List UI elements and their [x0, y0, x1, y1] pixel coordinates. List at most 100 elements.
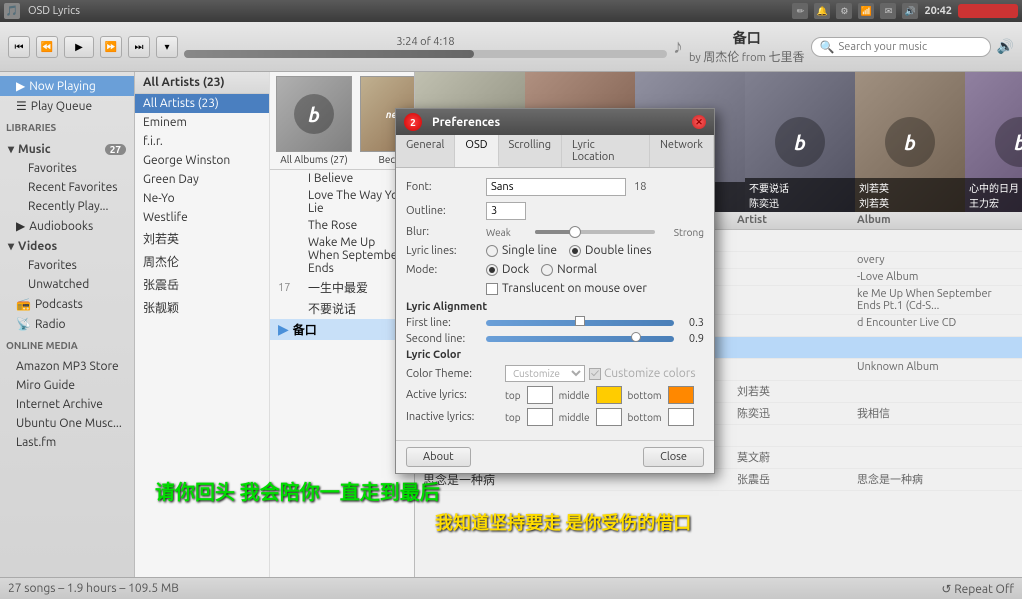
videos-expand-icon: ▾	[8, 239, 14, 253]
sidebar-item-recent-favorites[interactable]: Recent Favorites	[0, 178, 134, 197]
artist-item-8[interactable]: 张震岳	[135, 273, 269, 296]
blur-slider-thumb[interactable]	[569, 226, 581, 238]
sidebar-item-podcasts[interactable]: 📻 Podcasts	[0, 294, 134, 314]
first-line-thumb[interactable]	[575, 316, 585, 326]
sidebar-item-audiobooks[interactable]: ▶ Audiobooks	[0, 216, 134, 236]
sidebar-item-internet-archive[interactable]: Internet Archive	[0, 395, 134, 414]
color-theme-select[interactable]: Customize	[505, 365, 585, 382]
album-large-5[interactable]: b 心中的日月（...王力宏	[965, 72, 1022, 212]
tab-scrolling[interactable]: Scrolling	[499, 135, 563, 167]
track-time-6: 3:27	[1017, 361, 1022, 378]
artist-item-9[interactable]: 张靓颖	[135, 296, 269, 319]
active-bottom-color[interactable]	[668, 386, 694, 404]
about-button[interactable]: About	[406, 447, 471, 467]
song-row-2[interactable]: The Rose	[270, 217, 414, 234]
second-line-thumb[interactable]	[631, 332, 641, 342]
sidebar-item-ubuntu-music[interactable]: Ubuntu One Musc...	[0, 414, 134, 433]
font-input[interactable]	[486, 178, 626, 196]
track-time-9: 3:21	[1017, 427, 1022, 444]
active-top-color[interactable]	[527, 386, 553, 404]
sidebar-item-recently-played[interactable]: Recently Play...	[0, 197, 134, 216]
tab-general[interactable]: General	[396, 135, 455, 167]
tray-icon-6[interactable]: 🔊	[902, 3, 918, 19]
artist-item-6[interactable]: 刘若英	[135, 227, 269, 250]
translucent-checkbox-box	[486, 283, 498, 295]
search-box[interactable]: 🔍	[811, 37, 991, 57]
tray-icon-4[interactable]: 📶	[858, 3, 874, 19]
translucent-checkbox[interactable]: Translucent on mouse over	[486, 282, 647, 295]
artist-item-2[interactable]: George Winston	[135, 151, 269, 170]
dialog-title: Preferences	[432, 116, 500, 129]
sidebar-videos-header[interactable]: ▾ Videos	[0, 236, 134, 256]
album-thumb-0[interactable]: b All Albums (27)	[274, 76, 354, 165]
outline-input[interactable]	[486, 202, 526, 220]
inactive-bottom-color[interactable]	[668, 408, 694, 426]
track-time-3: 4:47	[1017, 288, 1022, 312]
song-row-1[interactable]: Love The Way You Lie	[270, 187, 414, 217]
tab-osd[interactable]: OSD	[455, 135, 498, 167]
repeat-status[interactable]: ↺ Repeat Off	[941, 582, 1014, 596]
dialog-close-button[interactable]: ✕	[692, 115, 706, 129]
inactive-middle-color[interactable]	[596, 408, 622, 426]
sidebar-miro-label: Miro Guide	[16, 379, 75, 392]
radio-normal[interactable]: Normal	[541, 263, 597, 276]
tray-icon-3[interactable]: ⚙	[836, 3, 852, 19]
second-line-value: 0.9	[674, 333, 704, 345]
song-row-4[interactable]: 17 一生中最爱	[270, 277, 414, 298]
close-button[interactable]: Close	[643, 447, 704, 467]
progress-time: 3:24 of 4:18	[184, 36, 667, 48]
forward-button[interactable]: ⏩	[100, 36, 122, 58]
tray-icon-2[interactable]: 🔔	[814, 3, 830, 19]
artist-item-3[interactable]: Green Day	[135, 170, 269, 189]
song-row-0[interactable]: I Believe	[270, 170, 414, 187]
tab-network[interactable]: Network	[650, 135, 714, 167]
sidebar-item-radio[interactable]: 📡 Radio	[0, 314, 134, 334]
second-line-slider[interactable]	[486, 336, 674, 342]
sidebar-item-lastfm[interactable]: Last.fm	[0, 433, 134, 452]
inactive-top-label: top	[505, 412, 521, 423]
double-lines-label: Double lines	[585, 244, 652, 257]
blur-slider[interactable]	[535, 230, 655, 234]
play-pause-button[interactable]: ▶	[64, 36, 94, 58]
radio-double-dot	[569, 245, 581, 257]
menu-button[interactable]: ▾	[156, 36, 178, 58]
progress-bar[interactable]	[184, 50, 667, 58]
radio-single-line[interactable]: Single line	[486, 244, 557, 257]
tray-icon-5[interactable]: ✉	[880, 3, 896, 19]
first-line-slider[interactable]	[486, 320, 674, 326]
artist-item-4[interactable]: Ne-Yo	[135, 189, 269, 208]
sidebar-item-miro[interactable]: Miro Guide	[0, 376, 134, 395]
artist-item-5[interactable]: Westlife	[135, 208, 269, 227]
artist-item-1[interactable]: f.i.r.	[135, 132, 269, 151]
radio-double-lines[interactable]: Double lines	[569, 244, 652, 257]
top-bar-controls: ✏ 🔔 ⚙ 📶 ✉ 🔊 20:42	[792, 3, 1018, 19]
artist-item-all[interactable]: All Artists (23)	[135, 94, 269, 113]
tray-icon-1[interactable]: ✏	[792, 3, 808, 19]
sidebar-item-unwatched[interactable]: Unwatched	[0, 275, 134, 294]
sidebar-item-play-queue[interactable]: ☰ Play Queue	[0, 96, 134, 116]
sidebar-item-amazon[interactable]: Amazon MP3 Store	[0, 357, 134, 376]
inactive-top-color[interactable]	[527, 408, 553, 426]
system-time: 20:42	[924, 5, 952, 17]
prev-button[interactable]: ⏮	[8, 36, 30, 58]
song-row-3[interactable]: Wake Me Up When September Ends	[270, 234, 414, 277]
album-large-4[interactable]: b 刘若英刘若英	[855, 72, 965, 212]
customize-colors-check[interactable]: ✓ Customize colors	[589, 367, 696, 380]
sidebar-item-favorites[interactable]: Favorites	[0, 159, 134, 178]
rewind-button[interactable]: ⏪	[36, 36, 58, 58]
volume-icon[interactable]: 🔊	[997, 38, 1014, 55]
tab-lyric-location[interactable]: Lyric Location	[562, 135, 650, 167]
song-row-5[interactable]: 不要说话	[270, 298, 414, 319]
album-large-3[interactable]: b 不要说话陈奕迅	[745, 72, 855, 212]
active-middle-color[interactable]	[596, 386, 622, 404]
sidebar-item-now-playing[interactable]: ▶ Now Playing	[0, 76, 134, 96]
next-button[interactable]: ⏭	[128, 36, 150, 58]
song-row-6[interactable]: ▶ 备口	[270, 319, 414, 340]
sidebar-item-vid-favorites[interactable]: Favorites	[0, 256, 134, 275]
sidebar-music-header[interactable]: ▾ Music 27	[0, 139, 134, 159]
artist-item-0[interactable]: Eminem	[135, 113, 269, 132]
active-bottom-label: bottom	[628, 390, 662, 401]
artist-item-7[interactable]: 周杰伦	[135, 250, 269, 273]
search-input[interactable]	[839, 41, 979, 53]
radio-dock[interactable]: Dock	[486, 263, 529, 276]
